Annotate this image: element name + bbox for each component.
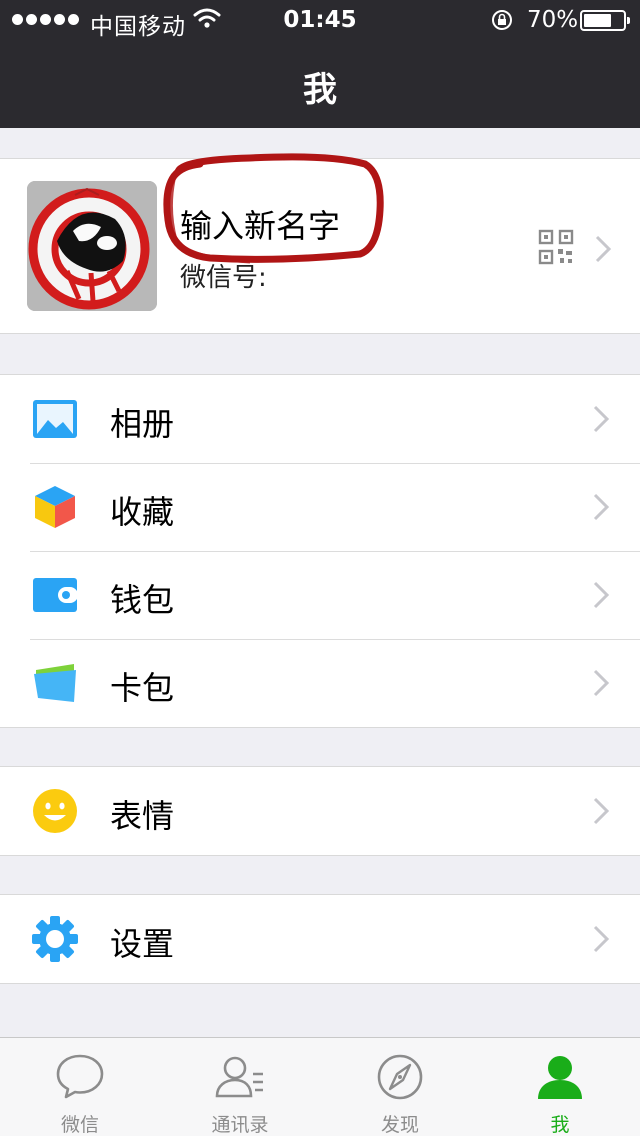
tab-label: 微信 bbox=[60, 1114, 99, 1136]
menu-item-label: 表情 bbox=[110, 797, 175, 835]
menu-group-2: 表情 bbox=[0, 766, 640, 856]
menu-item-favorites[interactable]: 收藏 bbox=[0, 463, 640, 551]
tab-label: 我 bbox=[550, 1114, 570, 1136]
chevron-right-icon bbox=[593, 493, 610, 521]
menu-group-3: 设置 bbox=[0, 894, 640, 984]
battery-percentage: 70% bbox=[527, 7, 579, 33]
menu-item-label: 设置 bbox=[110, 925, 175, 963]
tab-discover[interactable]: 发现 bbox=[320, 1038, 480, 1136]
tab-bar: 微信 通讯录 发现 我 bbox=[0, 1037, 640, 1136]
avatar-image bbox=[27, 181, 157, 311]
chevron-right-icon bbox=[593, 405, 610, 433]
top-bar: 中国移动 01:45 70% 我 bbox=[0, 0, 640, 128]
status-bar: 中国移动 01:45 70% bbox=[0, 0, 640, 40]
wallet-icon bbox=[33, 578, 78, 612]
avatar[interactable] bbox=[27, 181, 157, 311]
card-package-icon bbox=[34, 664, 76, 702]
settings-gear-icon bbox=[32, 916, 78, 962]
chevron-right-icon bbox=[593, 669, 610, 697]
favorites-icon bbox=[35, 486, 75, 528]
menu-group-1: 相册 收藏 钱包 卡包 bbox=[0, 374, 640, 728]
chevron-right-icon bbox=[595, 235, 612, 263]
menu-item-label: 卡包 bbox=[110, 669, 175, 707]
qr-code-icon[interactable] bbox=[538, 229, 574, 265]
tab-me[interactable]: 我 bbox=[480, 1038, 640, 1136]
menu-item-label: 钱包 bbox=[110, 581, 175, 619]
battery-icon bbox=[580, 10, 630, 31]
chevron-right-icon bbox=[593, 581, 610, 609]
tab-chats[interactable]: 微信 bbox=[0, 1038, 160, 1136]
person-icon bbox=[538, 1056, 582, 1099]
compass-icon bbox=[377, 1054, 423, 1100]
menu-item-settings[interactable]: 设置 bbox=[0, 895, 640, 983]
page-title: 我 bbox=[303, 70, 337, 110]
rotation-lock-icon bbox=[492, 10, 512, 30]
chevron-right-icon bbox=[593, 797, 610, 825]
menu-item-label: 相册 bbox=[110, 405, 175, 443]
contacts-icon bbox=[215, 1056, 263, 1098]
tab-label: 通讯录 bbox=[211, 1114, 269, 1136]
chat-bubble-icon bbox=[56, 1054, 104, 1099]
menu-item-wallet[interactable]: 钱包 bbox=[0, 551, 640, 639]
menu-item-album[interactable]: 相册 bbox=[0, 375, 640, 463]
menu-item-label: 收藏 bbox=[110, 493, 175, 531]
sticker-icon bbox=[33, 789, 77, 833]
tab-contacts[interactable]: 通讯录 bbox=[160, 1038, 320, 1136]
menu-item-card-package[interactable]: 卡包 bbox=[0, 639, 640, 727]
annotation-circle bbox=[163, 153, 384, 264]
album-icon bbox=[33, 400, 77, 438]
menu-item-stickers[interactable]: 表情 bbox=[0, 767, 640, 855]
tab-label: 发现 bbox=[380, 1114, 419, 1136]
chevron-right-icon bbox=[593, 925, 610, 953]
